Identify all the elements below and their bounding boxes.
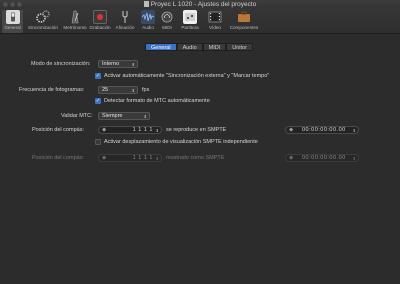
smpte-field-2[interactable]: ◆ 00:00:00:00.00 ⬍ [285,154,359,162]
toolbar-label-midi: MIDI [162,25,172,30]
stepper-icon[interactable]: ⬍ [353,127,356,134]
tuning-fork-icon [118,10,132,24]
metronome-icon [68,10,82,24]
bar-position-field-1[interactable]: ◆ 1 1 1 1 ⬍ [98,126,162,134]
gears-icon [36,10,50,24]
bar-position-value-1: 1 1 1 1 [132,127,153,133]
smpte-field-1[interactable]: ◆ 00:00:00:00.00 ⬍ [285,126,359,134]
settings-toolbar: General Sincronización Metrónomo Grabaci… [0,9,400,34]
toolbar-item-recording[interactable]: Grabación [89,10,111,33]
plays-at-smpte-label: se reproduce en SMPTE [166,127,227,133]
chevron-updown-icon: ⬍ [131,88,135,93]
score-icon [183,10,197,24]
bar-position-field-2[interactable]: ◆ 1 1 1 1 ⬍ [98,154,162,162]
title-bar: Proyec L 1020 - Ajustes del proyecto [0,0,400,9]
toolbar-label-sync: Sincronización [28,25,58,30]
drag-handle-icon: ◆ [289,127,294,133]
switch-icon [5,10,20,24]
toolbar-item-video[interactable]: Vídeo [205,10,225,33]
toolbar-item-audio[interactable]: Audio [139,10,157,33]
tab-audio[interactable]: Audio [176,43,203,51]
toolbar-label-tuning: Afinación [115,25,135,30]
toolbar-item-general[interactable]: General [2,10,23,33]
window-title-text: Proyec L 1020 - Ajustes del proyecto [150,1,257,8]
validate-mtc-label: Validar MTC: [61,113,93,119]
document-icon [143,1,149,7]
smpte-offset-label: Activar desplazamiento de visualización … [104,139,258,145]
toolbar-item-metronome[interactable]: Metrónomo [63,10,87,33]
sync-mode-label: Modo de sincronización: [31,61,91,67]
stepper-icon[interactable]: ⬍ [156,127,159,134]
toolbar-label-recording: Grabación [89,25,111,30]
toolbar-label-general: General [4,25,21,30]
stepper-icon[interactable]: ⬍ [353,155,356,162]
smpte-value-1: 00:00:00:00.00 [302,127,346,133]
sync-mode-value: Interno [102,61,120,67]
midi-icon [160,10,174,24]
toolbar-item-components[interactable]: Componentes [227,10,261,33]
toolbar-label-components: Componentes [229,25,259,30]
smpte-offset-checkbox[interactable] [95,139,101,145]
toolbar-item-sync[interactable]: Sincronización [25,10,61,33]
toolbar-item-tuning[interactable]: Afinación [113,10,137,33]
stepper-icon[interactable]: ⬍ [156,155,159,162]
tab-midi[interactable]: MIDI [202,43,227,51]
frame-rate-value: 25 [102,87,109,93]
briefcase-icon [237,10,251,24]
frame-rate-popup[interactable]: 25 ⬍ [98,86,138,94]
sync-mode-popup[interactable]: Interno ⬍ [98,60,138,68]
drag-handle-icon: ◆ [289,155,294,161]
validate-mtc-popup[interactable]: Siempre ⬍ [98,112,150,120]
window-title: Proyec L 1020 - Ajustes del proyecto [0,1,400,8]
toolbar-item-midi[interactable]: MIDI [159,10,175,33]
frame-rate-unit: fps [142,87,150,93]
frame-rate-label: Frecuencia de fotogramas: [19,87,85,93]
smpte-value-2: 00:00:00:00.00 [302,155,346,161]
detect-mtc-checkbox[interactable]: ✓ [95,98,101,104]
drag-handle-icon: ◆ [102,127,107,133]
auto-enable-label: Activar automáticamente "Sincronización … [104,73,270,79]
sync-tab-bar: General Audio MIDI Unitor [145,43,253,51]
bar-position-value-2: 1 1 1 1 [132,155,153,161]
toolbar-label-audio: Audio [142,25,154,30]
shown-as-smpte-label: mostrado como SMPTE [166,155,225,161]
toolbar-item-score[interactable]: Partitura [177,10,203,33]
toolbar-label-score: Partitura [181,25,199,30]
validate-mtc-value: Siempre [102,113,123,119]
detect-mtc-label: Detectar formato de MTC automáticamente [104,98,210,104]
tab-general[interactable]: General [145,43,177,51]
chevron-updown-icon: ⬍ [143,114,147,119]
film-icon [208,10,222,24]
drag-handle-icon: ◆ [102,155,107,161]
waveform-icon [141,10,155,24]
toolbar-label-metronome: Metrónomo [63,25,87,30]
auto-enable-checkbox[interactable]: ✓ [95,73,101,79]
bar-position-label-2: Posición del compás: [32,155,84,161]
tab-unitor[interactable]: Unitor [226,43,253,51]
chevron-updown-icon: ⬍ [131,62,135,67]
toolbar-label-video: Vídeo [208,25,221,30]
record-icon [93,10,107,24]
bar-position-label-1: Posición del compás: [32,127,84,133]
